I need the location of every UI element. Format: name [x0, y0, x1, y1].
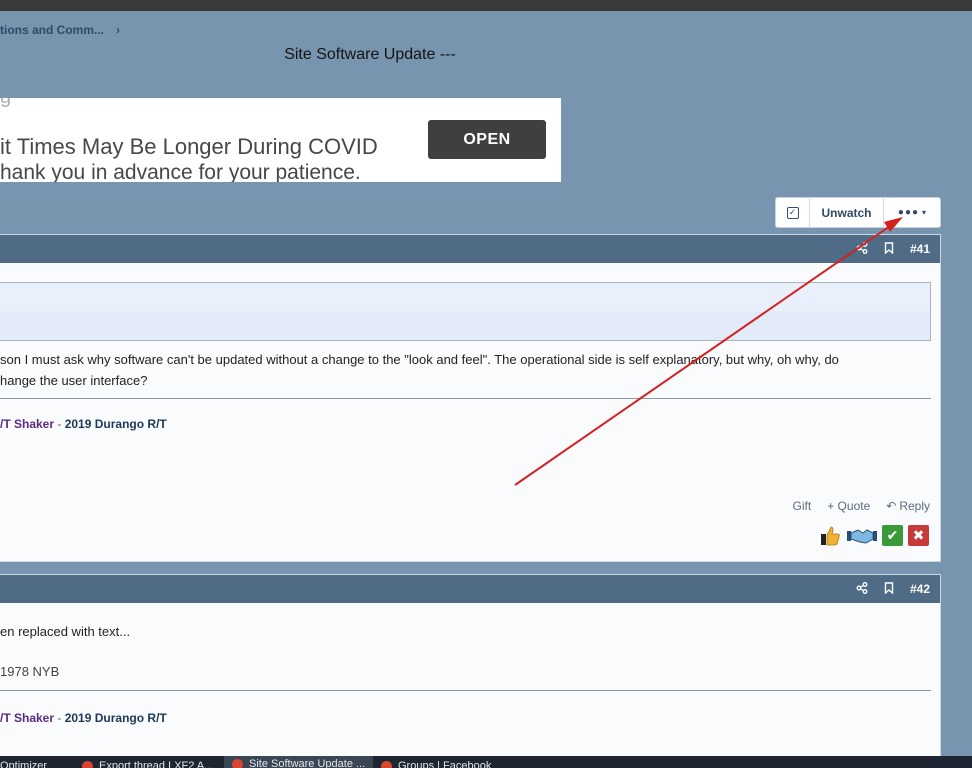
post-header: #42 — [0, 575, 940, 603]
more-options-button[interactable]: ●●● ▾ — [884, 198, 940, 227]
breadcrumb[interactable]: tions and Comm... › — [0, 22, 120, 38]
taskbar-item[interactable]: Groups | Facebook — [381, 760, 491, 768]
check-icon[interactable]: ✔ — [882, 525, 903, 546]
taskbar-item[interactable]: Export thread LXF2 A... — [82, 760, 213, 768]
handshake-icon[interactable] — [847, 525, 877, 546]
reaction-bar: ✔ ✖ — [818, 525, 929, 546]
signature-separator: - — [54, 711, 65, 725]
post-text-line: son I must ask why software can't be upd… — [0, 352, 839, 367]
browser-icon — [232, 758, 243, 768]
ad-banner[interactable]: g it Times May Be Longer During COVID ha… — [0, 98, 561, 182]
signature-vehicle: 2019 Durango R/T — [64, 711, 167, 725]
signature: /T Shaker - 2019 Durango R/T — [0, 711, 167, 725]
post-header: #41 — [0, 235, 940, 263]
signature-separator: - — [54, 417, 65, 431]
share-icon[interactable] — [856, 581, 868, 597]
check-square-icon: ✓ — [786, 206, 799, 219]
mark-read-button[interactable]: ✓ — [776, 198, 810, 227]
signature-user[interactable]: /T Shaker — [0, 711, 54, 725]
ad-open-button[interactable]: OPEN — [428, 120, 546, 159]
signature: /T Shaker - 2019 Durango R/T — [0, 417, 167, 431]
signature-divider — [0, 398, 931, 399]
reply-icon: ↶ — [886, 499, 897, 513]
taskbar-label: Groups | Facebook — [398, 760, 492, 768]
signature-divider — [0, 690, 931, 691]
taskbar-item-active[interactable]: Site Software Update ... — [224, 756, 374, 768]
browser-top-bar — [0, 0, 972, 11]
page-title: Site Software Update --- — [284, 46, 456, 63]
post-number[interactable]: #41 — [910, 242, 930, 256]
x-icon[interactable]: ✖ — [908, 525, 929, 546]
post-42: #42 en replaced with text... 1978 NYB /T… — [0, 574, 941, 764]
more-dots-icon: ●●● — [897, 207, 920, 218]
taskbar-item[interactable]: Optimizer — [0, 760, 47, 768]
post-text-line: 1978 NYB — [0, 664, 60, 679]
taskbar-label: Site Software Update ... — [249, 758, 366, 768]
bookmark-icon[interactable] — [884, 581, 894, 597]
post-text-line: hange the user interface? — [0, 373, 148, 388]
quote-button[interactable]: + Quote — [827, 499, 870, 513]
signature-vehicle: 2019 Durango R/T — [64, 417, 167, 431]
post-number[interactable]: #42 — [910, 582, 930, 596]
reply-button[interactable]: ↶ Reply — [886, 499, 930, 513]
browser-icon — [82, 760, 93, 768]
gift-button[interactable]: Gift — [793, 499, 812, 513]
share-icon[interactable] — [856, 241, 868, 257]
post-text-line: en replaced with text... — [0, 624, 131, 639]
browser-icon — [381, 760, 392, 768]
chevron-right-icon: › — [116, 23, 121, 37]
post-actions: Gift + Quote ↶ Reply — [793, 499, 930, 513]
ad-headline: it Times May Be Longer During COVID — [0, 134, 378, 159]
caret-down-icon: ▾ — [922, 208, 927, 217]
bookmark-icon[interactable] — [884, 241, 894, 257]
taskbar-label: Export thread LXF2 A... — [99, 760, 214, 768]
quote-box — [0, 282, 931, 341]
unwatch-button[interactable]: Unwatch — [810, 198, 884, 227]
thumbs-up-icon[interactable] — [818, 525, 842, 546]
thread-tools: ✓ Unwatch ●●● ▾ — [775, 197, 941, 228]
os-taskbar: Optimizer Export thread LXF2 A... Site S… — [0, 756, 972, 768]
signature-user[interactable]: /T Shaker — [0, 417, 54, 431]
post-41: #41 son I must ask why software can't be… — [0, 234, 941, 562]
ad-ghost-text: g — [0, 98, 11, 109]
breadcrumb-item[interactable]: tions and Comm... — [0, 23, 104, 37]
ad-subline: hank you in advance for your patience. — [0, 161, 361, 182]
reply-label: Reply — [899, 499, 930, 513]
taskbar-label: Optimizer — [0, 760, 48, 768]
